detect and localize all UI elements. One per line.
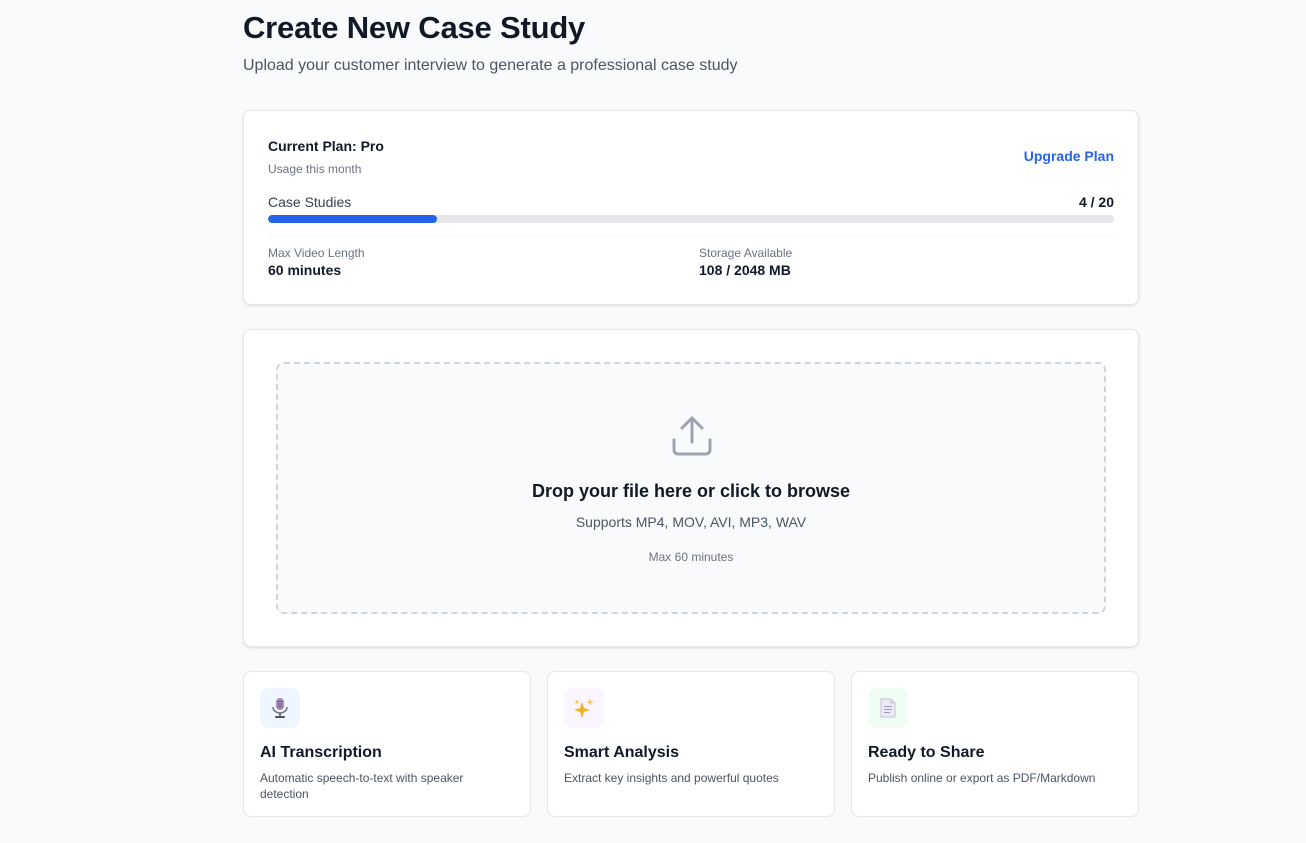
file-dropzone[interactable]: Drop your file here or click to browse S… bbox=[276, 362, 1106, 614]
stat-max-video-length: Max Video Length 60 minutes bbox=[268, 246, 365, 278]
upgrade-plan-link[interactable]: Upgrade Plan bbox=[1024, 148, 1114, 164]
feature-title: Ready to Share bbox=[868, 744, 985, 761]
stat-value: 108 / 2048 MB bbox=[699, 262, 791, 278]
dropzone-max-length: Max 60 minutes bbox=[648, 550, 734, 564]
feature-card-ready-to-share: Ready to Share Publish online or export … bbox=[851, 671, 1139, 817]
feature-description: Extract key insights and powerful quotes bbox=[564, 771, 779, 785]
plan-title: Current Plan: Pro bbox=[268, 138, 384, 154]
document-icon bbox=[868, 688, 908, 728]
divider bbox=[268, 235, 1114, 236]
feature-title: Smart Analysis bbox=[564, 744, 680, 761]
dropzone-formats: Supports MP4, MOV, AVI, MP3, WAV bbox=[575, 514, 807, 530]
feature-card-ai-transcription: AI Transcription Automatic speech-to-tex… bbox=[243, 671, 531, 817]
page-subtitle: Upload your customer interview to genera… bbox=[243, 57, 738, 74]
microphone-icon bbox=[260, 688, 300, 728]
feature-description: Automatic speech-to-text with speaker de… bbox=[260, 771, 464, 801]
feature-description: Publish online or export as PDF/Markdown bbox=[868, 771, 1096, 785]
page-title: Create New Case Study bbox=[243, 10, 586, 45]
stat-storage-available: Storage Available 108 / 2048 MB bbox=[699, 246, 792, 278]
stat-label: Max Video Length bbox=[268, 246, 365, 260]
stat-value: 60 minutes bbox=[268, 262, 342, 278]
upload-icon bbox=[672, 416, 712, 456]
sparkles-icon bbox=[564, 688, 604, 728]
feature-title: AI Transcription bbox=[260, 744, 382, 761]
usage-progress-fill bbox=[268, 215, 438, 223]
usage-label: Case Studies bbox=[268, 194, 352, 210]
plan-subtitle: Usage this month bbox=[268, 162, 362, 176]
stat-label: Storage Available bbox=[699, 246, 793, 260]
plan-usage-card: Current Plan: Pro Usage this month Upgra… bbox=[243, 110, 1139, 305]
upload-card: Drop your file here or click to browse S… bbox=[243, 329, 1139, 647]
feature-card-smart-analysis: Smart Analysis Extract key insights and … bbox=[547, 671, 835, 817]
usage-progress-bar bbox=[268, 215, 1114, 223]
usage-count: 4 / 20 bbox=[1078, 194, 1114, 210]
dropzone-title: Drop your file here or click to browse bbox=[531, 481, 851, 501]
